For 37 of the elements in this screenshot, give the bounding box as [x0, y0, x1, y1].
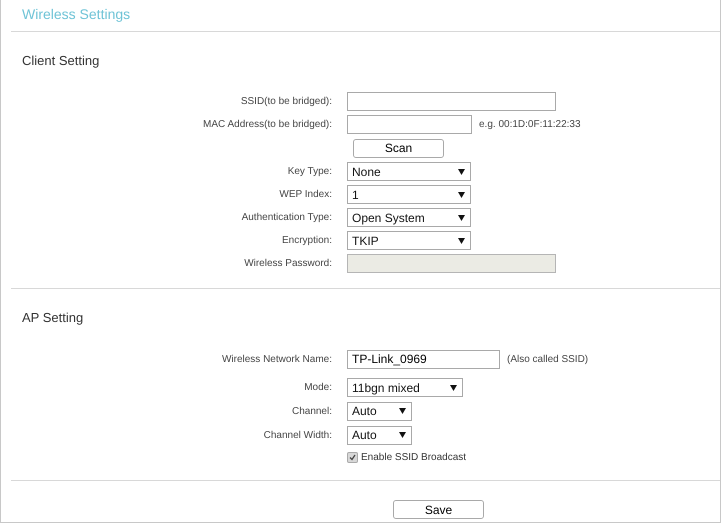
dropdown[interactable]: Open System	[347, 208, 471, 227]
dropdown[interactable]: None	[347, 162, 471, 181]
dropdown[interactable]: TKIP	[347, 231, 471, 250]
field-label: Encryption:	[280, 235, 333, 246]
scan-button[interactable]: Scan	[353, 138, 444, 158]
caret-icon	[458, 238, 465, 244]
checkbox-label: Enable SSID Broadcast	[361, 452, 466, 462]
dropdown[interactable]: 11bgn mixed	[347, 378, 463, 397]
field-label: Authentication Type:	[240, 212, 333, 223]
dropdown[interactable]: Auto	[347, 402, 412, 420]
input-field[interactable]	[347, 115, 472, 134]
section-heading: AP Setting	[22, 310, 84, 325]
field-label: MAC Address(to be bridged):	[202, 119, 333, 130]
field-label: SSID(to be bridged):	[240, 96, 333, 107]
field-note: (Also called SSID)	[507, 354, 588, 364]
dropdown[interactable]: 1	[347, 185, 471, 204]
caret-icon	[458, 214, 465, 220]
caret-icon	[458, 168, 465, 174]
caret-icon	[399, 432, 406, 438]
input-field[interactable]	[347, 92, 556, 111]
section-heading: Client Setting	[22, 53, 100, 68]
field-label: Channel Width:	[262, 430, 333, 440]
format-hint: e.g. 00:1D:0F:11:22:33	[479, 119, 581, 130]
field-label: Mode:	[303, 382, 333, 393]
save-button[interactable]: Save	[393, 500, 484, 519]
caret-icon	[458, 192, 465, 198]
field-label: Key Type:	[286, 166, 333, 177]
page-title: Wireless Settings	[21, 5, 132, 24]
dropdown[interactable]: Auto	[347, 426, 412, 444]
field-label: Channel:	[290, 406, 333, 416]
caret-icon	[399, 408, 406, 414]
field-label: Wireless Password:	[243, 258, 333, 269]
input-field[interactable]: TP-Link_0969	[347, 350, 500, 368]
field-label: Wireless Network Name:	[220, 354, 333, 364]
field-label: WEP Index:	[278, 189, 333, 200]
checkbox[interactable]	[347, 452, 358, 462]
caret-icon	[450, 384, 457, 390]
